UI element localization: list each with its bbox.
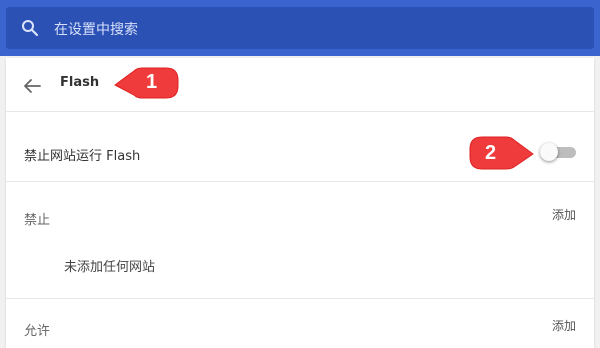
divider [6, 181, 594, 182]
divider [6, 111, 594, 112]
search-icon [20, 18, 40, 38]
search-input-placeholder[interactable]: 在设置中搜索 [54, 19, 138, 39]
allow-add-button[interactable]: 添加 [552, 317, 576, 334]
annotation-number-2: 2 [485, 142, 497, 164]
toggle-knob [540, 143, 558, 161]
settings-card: Flash 禁止网站运行 Flash 禁止 添加 未添加任何网站 允许 添加 [6, 58, 594, 348]
search-bar[interactable]: 在设置中搜索 [6, 7, 594, 49]
back-button[interactable] [20, 74, 44, 98]
annotation-callout-1: 1 [112, 64, 180, 102]
arrow-left-icon [24, 79, 41, 93]
block-flash-label: 禁止网站运行 Flash [24, 149, 141, 164]
block-add-button[interactable]: 添加 [552, 206, 576, 223]
block-section-title: 禁止 [24, 213, 51, 228]
page-title: Flash [60, 75, 100, 90]
annotation-callout-2: 2 [468, 135, 536, 173]
settings-header: 在设置中搜索 [0, 0, 600, 56]
allow-section-title: 允许 [24, 324, 51, 339]
annotation-number-1: 1 [146, 71, 158, 93]
block-flash-toggle[interactable] [540, 143, 578, 161]
block-empty-text: 未添加任何网站 [64, 260, 156, 275]
divider [6, 298, 594, 299]
